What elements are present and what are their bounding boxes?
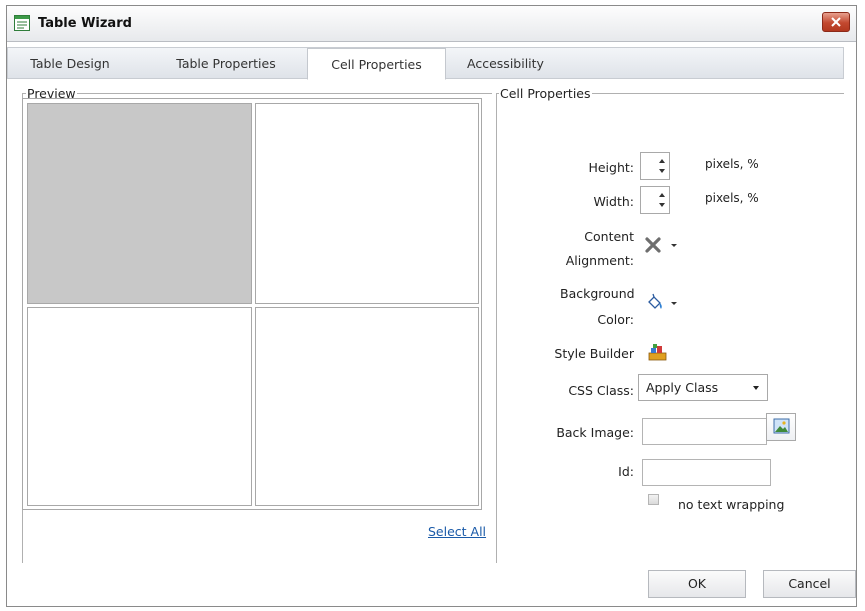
css-class-select[interactable]: Apply Class bbox=[638, 374, 768, 401]
style-builder-icon bbox=[648, 344, 667, 361]
back-image-browse-button[interactable] bbox=[766, 413, 796, 441]
tab-table-design[interactable]: Table Design bbox=[10, 48, 130, 79]
css-class-label: CSS Class: bbox=[568, 383, 634, 398]
preview-cell-r2c1[interactable] bbox=[27, 307, 252, 506]
preview-cell-r1c2[interactable] bbox=[255, 103, 479, 304]
id-label: Id: bbox=[618, 464, 634, 479]
pane-divider bbox=[496, 93, 497, 563]
width-label: Width: bbox=[593, 194, 634, 209]
preview-table bbox=[22, 98, 482, 510]
height-spinner[interactable] bbox=[640, 152, 670, 180]
spinner-arrows-icon bbox=[659, 159, 665, 173]
title-bar: Table Wizard bbox=[7, 6, 856, 42]
content-alignment-dropdown[interactable] bbox=[641, 232, 687, 258]
spinner-arrows-icon bbox=[659, 193, 665, 207]
preview-cell-r1c1[interactable] bbox=[27, 103, 252, 304]
background-color-label-2: Color: bbox=[597, 312, 634, 327]
background-color-label-1: Background bbox=[560, 286, 635, 301]
image-picker-icon bbox=[773, 418, 790, 434]
select-all-link[interactable]: Select All bbox=[428, 524, 486, 539]
css-class-value: Apply Class bbox=[646, 380, 719, 395]
tab-bar: Table Design Table Properties Cell Prope… bbox=[7, 47, 844, 80]
style-builder-label: Style Builder bbox=[554, 346, 634, 361]
height-label: Height: bbox=[588, 160, 634, 175]
table-wizard-icon bbox=[14, 15, 30, 31]
tab-accessibility[interactable]: Accessibility bbox=[448, 48, 563, 79]
background-color-dropdown[interactable] bbox=[641, 290, 687, 316]
id-input[interactable] bbox=[642, 459, 771, 486]
close-icon bbox=[831, 17, 841, 27]
height-unit: pixels, % bbox=[705, 157, 759, 171]
no-alignment-x-icon bbox=[645, 237, 677, 253]
back-image-label: Back Image: bbox=[556, 425, 634, 440]
width-unit: pixels, % bbox=[705, 191, 759, 205]
style-builder-button[interactable] bbox=[645, 340, 671, 366]
paint-bucket-icon bbox=[648, 293, 677, 309]
chevron-down-icon bbox=[753, 386, 759, 390]
cell-properties-legend: Cell Properties bbox=[499, 86, 592, 101]
tab-table-properties[interactable]: Table Properties bbox=[154, 48, 298, 79]
cancel-button[interactable]: Cancel bbox=[763, 570, 856, 598]
window-title: Table Wizard bbox=[38, 16, 132, 31]
back-image-input[interactable] bbox=[642, 418, 767, 445]
no-text-wrapping-checkbox[interactable] bbox=[648, 494, 659, 505]
content-alignment-label-1: Content bbox=[584, 229, 634, 244]
ok-button[interactable]: OK bbox=[648, 570, 746, 598]
preview-cell-r2c2[interactable] bbox=[255, 307, 479, 506]
content-alignment-label-2: Alignment: bbox=[565, 253, 634, 268]
tab-cell-properties[interactable]: Cell Properties bbox=[307, 48, 446, 80]
no-text-wrapping-label: no text wrapping bbox=[678, 497, 785, 512]
width-spinner[interactable] bbox=[640, 186, 670, 214]
close-button[interactable] bbox=[822, 12, 850, 32]
preview-fieldset-border bbox=[22, 93, 492, 94]
